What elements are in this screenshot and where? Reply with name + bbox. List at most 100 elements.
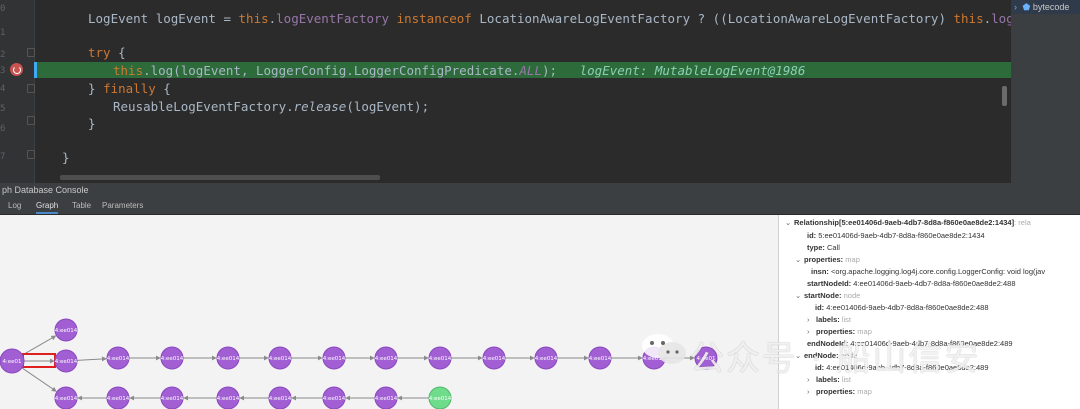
property-key: type:: [807, 243, 825, 252]
code-line[interactable]: LogEvent logEvent = this. logEventFactory…: [88, 11, 1080, 26]
code-line[interactable]: } finally {: [88, 81, 171, 96]
fold-marker-icon[interactable]: [27, 48, 35, 57]
horizontal-scrollbar[interactable]: [60, 175, 380, 180]
code-token: {: [163, 81, 171, 96]
chevron-right-icon[interactable]: ›: [807, 315, 816, 325]
chevron-down-icon[interactable]: ⌄: [795, 255, 804, 265]
property-row: id: 5:ee01406d-9aeb-4db7-8d8a-f860e0ae8d…: [807, 231, 985, 241]
code-token: }: [88, 81, 104, 96]
console-title: ph Database Console: [0, 183, 1080, 198]
code-token: (logEvent);: [346, 99, 430, 114]
line-number: 1: [0, 28, 6, 38]
code-editor[interactable]: 0 1 2 3 4 5 6 7 LogEvent logEvent = this. logEve…: [0, 0, 1080, 183]
chevron-down-icon: ⌄: [785, 218, 792, 227]
graph-node[interactable]: 4:ee014: [322, 346, 346, 370]
graph-node[interactable]: 4:ee014: [54, 318, 78, 342]
property-type: map: [843, 255, 860, 264]
graph-node-label: 4:ee014: [217, 356, 240, 362]
tab-table[interactable]: Table: [72, 198, 91, 214]
code-line[interactable]: ReusableLogEventFactory.release(logEvent…: [113, 99, 429, 114]
fold-marker-icon[interactable]: [27, 84, 35, 93]
fold-marker-icon[interactable]: [27, 116, 35, 125]
code-token: logEventFactory: [276, 11, 397, 26]
graph-node-label: 4:ee014: [217, 396, 240, 402]
graph-node[interactable]: 4:ee014: [374, 386, 398, 409]
graph-node[interactable]: 4:ee014: [482, 346, 506, 370]
graph-node-label: 4:ee014: [375, 356, 398, 362]
property-row[interactable]: ⌄ startNode: node: [795, 291, 860, 301]
graph-node[interactable]: 4:ee014: [160, 346, 184, 370]
line-number: 6: [0, 124, 6, 134]
code-line[interactable]: }: [62, 150, 70, 165]
graph-node[interactable]: 4:ee014: [54, 386, 78, 409]
property-type: map: [855, 387, 872, 396]
fold-marker-icon[interactable]: [27, 150, 35, 159]
graph-svg[interactable]: 4:ee01 4:ee014 4:ee014 4:ee014 4:ee014 4:ee01…: [0, 215, 778, 409]
graph-node-label: 4:ee014: [429, 396, 452, 402]
graph-node[interactable]: 4:ee014: [428, 386, 452, 409]
relationship-header[interactable]: ⌄ Relationship[5:ee01406d-9aeb-4db7-8d8a-…: [785, 218, 1031, 228]
code-token: logEvent: MutableLogEvent@1986: [579, 63, 806, 78]
property-row: startNodeId: 4:ee01406d-9aeb-4db7-8d8a-f…: [807, 279, 1016, 289]
code-token: {: [118, 45, 126, 60]
graph-node-label: 4:ee014: [375, 396, 398, 402]
graph-node[interactable]: 4:ee014: [268, 346, 292, 370]
wechat-icon: [642, 334, 686, 364]
line-number: 7: [0, 152, 6, 162]
property-value: 4:ee01406d-9aeb-4db7-8d8a-f860e0ae8de2:4…: [824, 303, 989, 312]
graph-edge[interactable]: [76, 356, 107, 362]
property-key: properties:: [804, 255, 844, 264]
graph-node[interactable]: 4:ee014: [106, 346, 130, 370]
code-token: .: [983, 11, 992, 26]
bytecode-tab[interactable]: › ⬟ bytecode: [1011, 0, 1080, 14]
breakpoint-icon[interactable]: [10, 63, 23, 76]
code-line[interactable]: this.log(logEvent, LoggerConfig.LoggerCo…: [113, 63, 805, 78]
graph-node-label: 4:ee01: [2, 359, 21, 365]
chevron-right-icon[interactable]: ›: [807, 387, 816, 397]
code-line[interactable]: try {: [88, 45, 126, 60]
graph-node-label: 4:ee014: [323, 396, 346, 402]
code-token: this: [953, 11, 984, 26]
tab-graph[interactable]: Graph: [36, 198, 59, 214]
property-row[interactable]: ⌄ properties: map: [795, 255, 860, 265]
graph-node[interactable]: 4:ee014: [588, 346, 612, 370]
graph-node-label: 4:ee014: [107, 396, 130, 402]
tab-parameters[interactable]: Parameters: [102, 198, 143, 214]
code-token: finally: [103, 81, 164, 96]
graph-node[interactable]: 4:ee014: [54, 349, 78, 373]
graph-node-label: 4:ee014: [107, 356, 130, 362]
graph-node[interactable]: 4:ee014: [216, 386, 240, 409]
right-tool-panel: [1011, 0, 1080, 183]
code-token: }: [88, 116, 96, 131]
graph-node[interactable]: 4:ee01: [0, 348, 25, 374]
graph-node[interactable]: 4:ee014: [428, 346, 452, 370]
bytecode-icon: ⬟: [1022, 2, 1031, 12]
graph-node[interactable]: 4:ee014: [268, 386, 292, 409]
code-token: this: [113, 63, 144, 78]
graph-node-label: 4:ee014: [269, 396, 292, 402]
property-row[interactable]: › properties: map: [807, 387, 872, 397]
graph-node[interactable]: 4:ee014: [374, 346, 398, 370]
graph-edge[interactable]: [21, 367, 57, 392]
code-line[interactable]: }: [88, 116, 96, 131]
line-number: 0: [0, 4, 6, 14]
property-row: type: Call: [807, 243, 840, 253]
graph-node-label: 4:ee014: [429, 356, 452, 362]
graph-node[interactable]: 4:ee014: [534, 346, 558, 370]
bytecode-label: bytecode: [1032, 2, 1070, 12]
graph-canvas[interactable]: 4:ee01 4:ee014 4:ee014 4:ee014 4:ee014 4:ee01…: [0, 215, 778, 409]
property-type: node: [841, 291, 861, 300]
graph-node[interactable]: 4:ee014: [160, 386, 184, 409]
tab-log[interactable]: Log: [8, 198, 21, 214]
line-number: 5: [0, 104, 6, 114]
graph-node[interactable]: 4:ee014: [322, 386, 346, 409]
graph-edge[interactable]: [22, 335, 57, 356]
property-key: id:: [807, 231, 817, 240]
chevron-down-icon[interactable]: ⌄: [795, 291, 804, 301]
graph-node[interactable]: 4:ee014: [216, 346, 240, 370]
code-token: .log(logEvent, LoggerConfig.LoggerConfig…: [143, 63, 520, 78]
code-token: ALL: [519, 63, 542, 78]
vertical-scrollbar[interactable]: [1002, 86, 1007, 106]
graph-node[interactable]: 4:ee014: [106, 386, 130, 409]
property-row[interactable]: › labels: list: [807, 315, 851, 325]
